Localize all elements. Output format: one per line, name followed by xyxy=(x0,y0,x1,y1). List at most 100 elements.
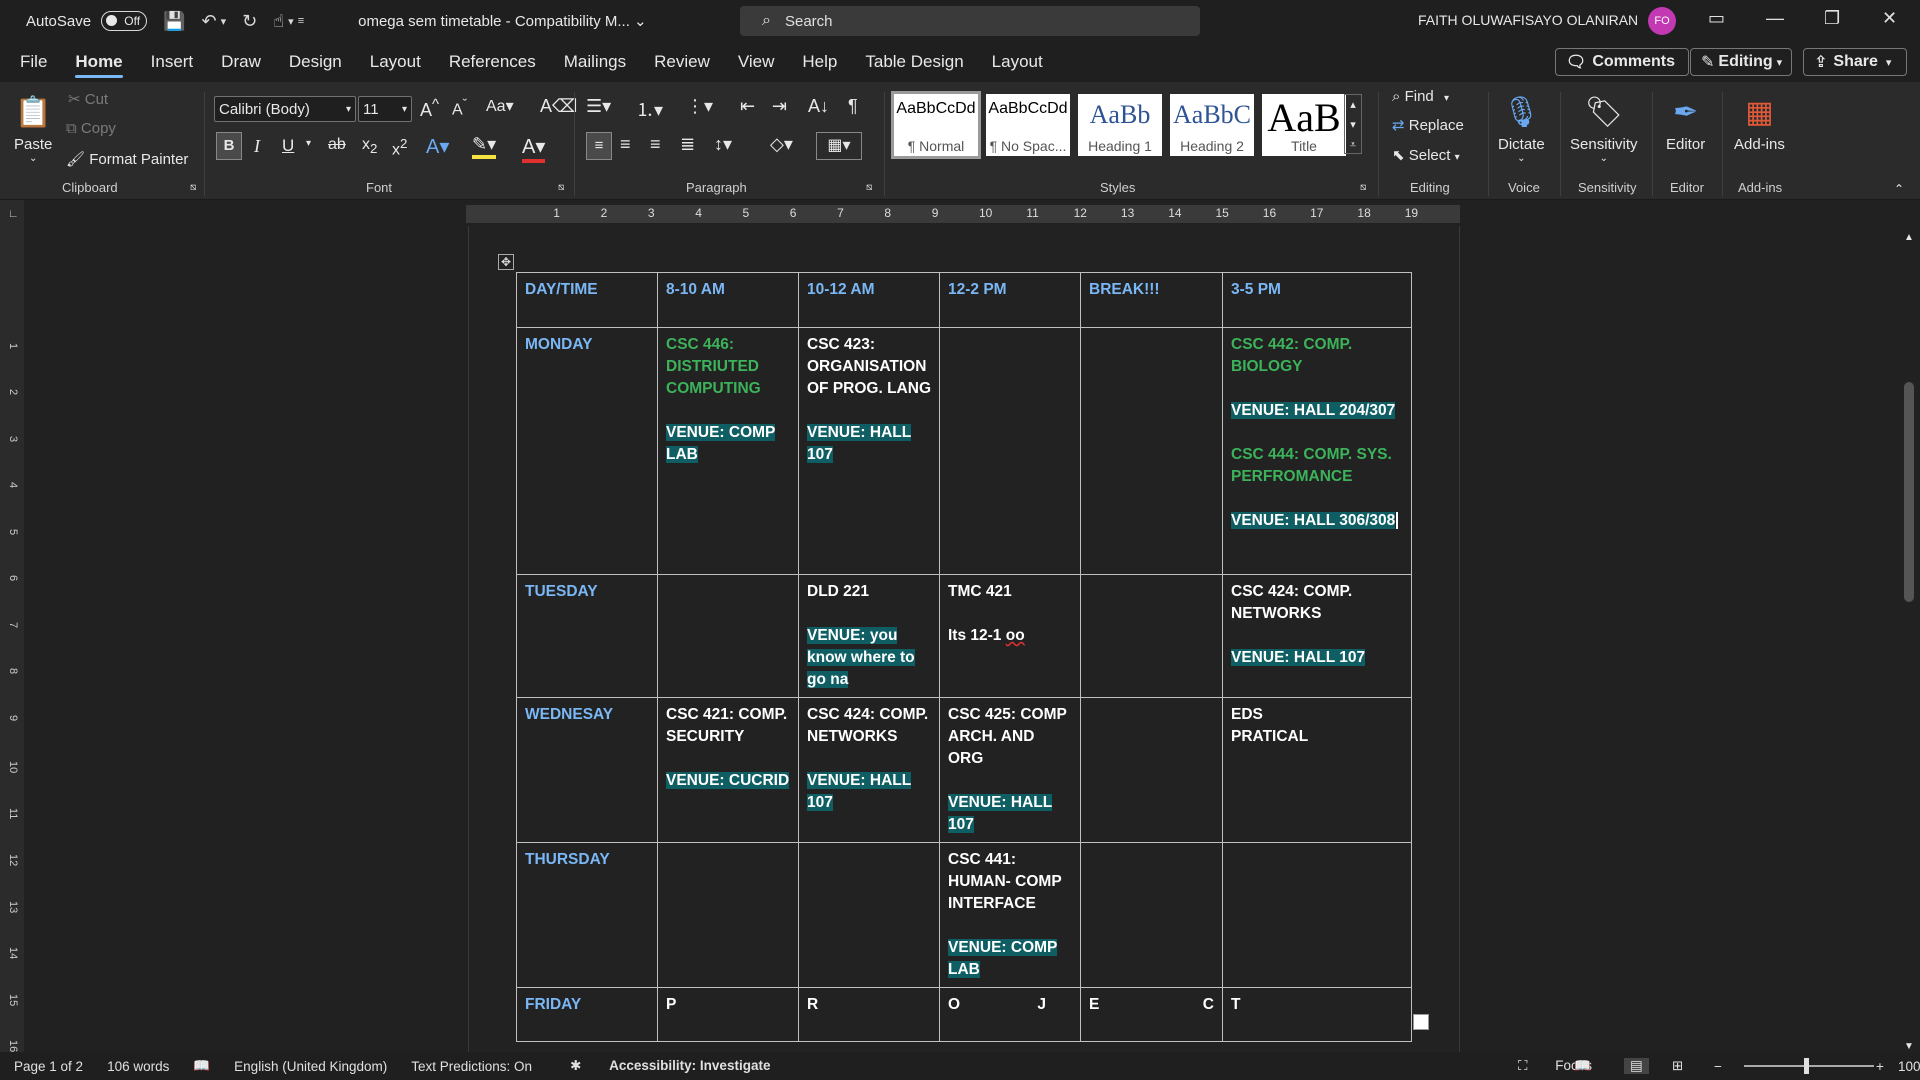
close-icon[interactable]: ✕ xyxy=(1882,8,1897,29)
table-cell[interactable] xyxy=(1080,327,1223,575)
font-size-select[interactable]: 11 ▾ xyxy=(358,96,412,122)
style-normal[interactable]: AaBbCcDd ¶ Normal xyxy=(891,91,981,159)
table-cell[interactable]: CSC 442: COMP. BIOLOGY VENUE: HALL 204/3… xyxy=(1222,327,1412,575)
strikethrough-icon[interactable]: ab xyxy=(328,136,346,154)
tab-insert[interactable]: Insert xyxy=(137,42,208,82)
table-cell[interactable]: CSC 421: COMP. SECURITY VENUE: CUCRID xyxy=(657,697,799,843)
cut-button[interactable]: ✂ Cut xyxy=(68,90,108,108)
read-mode-icon[interactable]: 📖 xyxy=(1574,1058,1591,1074)
style-title[interactable]: AaB Title xyxy=(1262,94,1346,156)
find-button[interactable]: ⌕ Find ▾ xyxy=(1392,88,1449,105)
tab-help[interactable]: Help xyxy=(788,42,851,82)
horizontal-ruler[interactable]: 1 2 3 4 5 6 7 8 9 10 11 12 13 14 15 16 17 18 19 xyxy=(466,205,1460,223)
editor-button[interactable]: ✒ Editor xyxy=(1666,90,1705,153)
tab-home[interactable]: Home xyxy=(61,42,136,82)
font-launcher-icon[interactable]: ⧅ xyxy=(558,182,564,193)
day-cell[interactable]: FRIDAY xyxy=(516,987,658,1042)
borders-icon[interactable]: ▦▾ xyxy=(816,132,862,160)
table-cell[interactable]: CSC 425: COMP ARCH. AND ORG VENUE: HALL … xyxy=(939,697,1081,843)
tab-draw[interactable]: Draw xyxy=(207,42,275,82)
show-marks-icon[interactable]: ¶ xyxy=(848,96,858,117)
table-cell[interactable] xyxy=(1080,697,1223,843)
styles-launcher-icon[interactable]: ⧅ xyxy=(1360,182,1366,193)
italic-icon[interactable]: I xyxy=(254,136,260,157)
save-icon[interactable]: 💾 xyxy=(163,11,185,32)
tab-selector-icon[interactable]: ∟ xyxy=(8,208,19,220)
scroll-down-icon[interactable]: ▼ xyxy=(1904,1041,1914,1052)
tab-layout[interactable]: Layout xyxy=(356,42,435,82)
day-cell[interactable]: THURSDAY xyxy=(516,842,658,988)
multilevel-list-icon[interactable]: ⋮▾ xyxy=(686,96,713,117)
header-cell[interactable]: BREAK!!! xyxy=(1080,272,1223,328)
zoom-in-icon[interactable]: + xyxy=(1876,1059,1884,1074)
undo-icon[interactable]: ↶ xyxy=(201,11,216,32)
collapse-ribbon-icon[interactable]: ⌃ xyxy=(1894,182,1904,196)
underline-dropdown-icon[interactable]: ▾ xyxy=(306,138,311,149)
replace-button[interactable]: ⇄ Replace xyxy=(1392,116,1464,134)
tab-references[interactable]: References xyxy=(435,42,550,82)
autosave-toggle[interactable]: Off xyxy=(101,11,148,31)
user-name[interactable]: FAITH OLUWAFISAYO OLANIRAN xyxy=(1418,12,1638,28)
clipboard-launcher-icon[interactable]: ⧅ xyxy=(190,182,196,193)
editing-mode-button[interactable]: ✎ Editing ▾ xyxy=(1690,48,1792,76)
table-cell[interactable] xyxy=(1080,842,1223,988)
vertical-scrollbar[interactable]: ▲ ▼ xyxy=(1900,232,1918,1052)
table-cell[interactable] xyxy=(657,842,799,988)
zoom-slider-thumb[interactable] xyxy=(1804,1058,1809,1074)
align-left-icon[interactable]: ≡ xyxy=(586,132,612,160)
style-heading-1[interactable]: AaBb Heading 1 xyxy=(1078,94,1162,156)
table-cell[interactable]: P xyxy=(657,987,799,1042)
header-cell[interactable]: DAY/TIME xyxy=(516,272,658,328)
numbering-icon[interactable]: ⒈▾ xyxy=(636,96,663,122)
table-cell[interactable]: CSC 424: COMP. NETWORKS VENUE: HALL 107 xyxy=(1222,574,1412,698)
quick-access-dropdown-icon[interactable]: ▾ xyxy=(288,15,294,28)
comments-button[interactable]: 🗨 Comments xyxy=(1555,48,1689,76)
table-cell[interactable]: T xyxy=(1222,987,1412,1042)
change-case-icon[interactable]: Aa▾ xyxy=(486,96,514,116)
align-center-icon[interactable]: ≡ xyxy=(620,134,631,155)
line-spacing-icon[interactable]: ↕▾ xyxy=(714,134,732,155)
zoom-out-icon[interactable]: − xyxy=(1714,1059,1722,1074)
web-layout-icon[interactable]: ⊞ xyxy=(1672,1058,1683,1074)
minimize-icon[interactable]: — xyxy=(1766,8,1784,29)
table-cell[interactable]: OJ xyxy=(939,987,1081,1042)
ribbon-display-icon[interactable]: ▭ xyxy=(1708,8,1725,29)
table-cell[interactable] xyxy=(1222,842,1412,988)
header-cell[interactable]: 8-10 AM xyxy=(657,272,799,328)
paragraph-launcher-icon[interactable]: ⧅ xyxy=(866,182,872,193)
text-predictions[interactable]: Text Predictions: On xyxy=(411,1059,532,1074)
timetable-table[interactable]: DAY/TIME 8-10 AM 10-12 AM 12-2 PM BREAK!… xyxy=(516,272,1412,1042)
accessibility-status[interactable]: ✱ Accessibility: Investigate xyxy=(556,1058,770,1074)
bold-icon[interactable]: B xyxy=(216,132,242,160)
style-no-spac[interactable]: AaBbCcDd ¶ No Spac... xyxy=(986,94,1070,156)
select-button[interactable]: ⬉ Select ▾ xyxy=(1392,146,1460,164)
scroll-thumb[interactable] xyxy=(1904,382,1914,602)
format-painter-button[interactable]: 🖌 Format Painter xyxy=(66,150,188,168)
font-name-select[interactable]: Calibri (Body) ▾ xyxy=(214,96,356,122)
subscript-icon[interactable]: x2 xyxy=(362,136,377,156)
styles-scroll[interactable]: ▴ ▾ ⩡ xyxy=(1344,94,1362,154)
header-cell[interactable]: 10-12 AM xyxy=(798,272,940,328)
sort-icon[interactable]: A↓ xyxy=(808,96,829,117)
day-cell[interactable]: WEDNESAY xyxy=(516,697,658,843)
zoom-slider[interactable] xyxy=(1744,1065,1874,1067)
day-cell[interactable]: TUESDAY xyxy=(516,574,658,698)
search-box[interactable]: ⌕ Search xyxy=(740,6,1200,36)
increase-indent-icon[interactable]: ⇥ xyxy=(772,96,787,117)
decrease-indent-icon[interactable]: ⇤ xyxy=(740,96,755,117)
tab-mailings[interactable]: Mailings xyxy=(550,42,640,82)
table-cell[interactable] xyxy=(657,574,799,698)
style-heading-2[interactable]: AaBbC Heading 2 xyxy=(1170,94,1254,156)
highlight-icon[interactable]: ✎▾ xyxy=(472,134,497,159)
table-cell[interactable]: EC xyxy=(1080,987,1223,1042)
tab-review[interactable]: Review xyxy=(640,42,724,82)
tab-table-design[interactable]: Table Design xyxy=(851,42,977,82)
header-cell[interactable]: 12-2 PM xyxy=(939,272,1081,328)
day-cell[interactable]: MONDAY xyxy=(516,327,658,575)
zoom-level[interactable]: 100% xyxy=(1898,1059,1920,1074)
scroll-up-icon[interactable]: ▲ xyxy=(1904,232,1914,243)
bullets-icon[interactable]: ☰▾ xyxy=(586,96,611,117)
superscript-icon[interactable]: x2 xyxy=(392,136,407,159)
redo-icon[interactable]: ↻ xyxy=(242,11,257,32)
table-cell[interactable]: EDS PRATICAL xyxy=(1222,697,1412,843)
